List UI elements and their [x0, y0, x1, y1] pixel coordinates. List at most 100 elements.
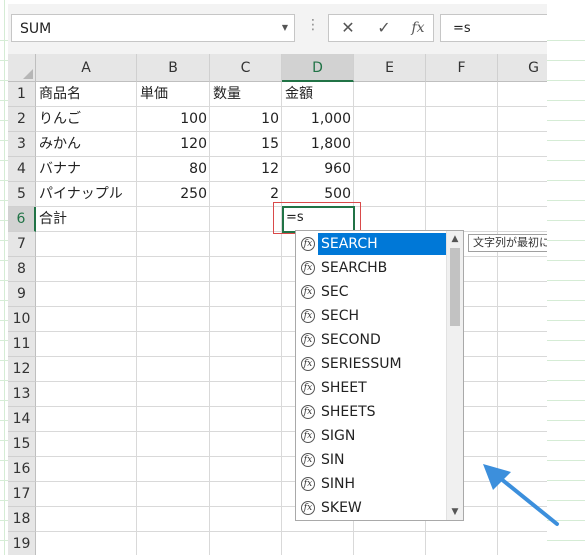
column-header-g[interactable]: G — [498, 54, 547, 82]
autocomplete-scrollbar[interactable]: ▲ ▼ — [446, 231, 463, 520]
name-box[interactable]: SUM ▼ — [11, 14, 295, 42]
select-all-button[interactable] — [8, 54, 36, 82]
autocomplete-item-label: SECOND — [321, 332, 381, 348]
function-icon: fx — [301, 477, 315, 491]
row-header[interactable]: 16 — [8, 457, 36, 482]
function-icon: fx — [301, 429, 315, 443]
scrollbar-thumb[interactable] — [450, 248, 460, 326]
cell-d2[interactable]: 1,000 — [282, 107, 354, 132]
autocomplete-item-label: SINH — [321, 476, 356, 492]
autocomplete-item[interactable]: fx SKEW — [296, 497, 446, 521]
background-margin-line — [4, 0, 5, 555]
autocomplete-item-label: SEARCH — [318, 233, 447, 255]
cell-b2[interactable]: 100 — [137, 107, 210, 132]
insert-function-icon[interactable]: fx — [405, 20, 431, 40]
autocomplete-item[interactable]: fx SIGN — [296, 425, 446, 449]
cell-b3[interactable]: 120 — [137, 132, 210, 157]
function-icon: fx — [301, 501, 315, 515]
autocomplete-item[interactable]: fx SEC — [296, 281, 446, 305]
cell-c1[interactable]: 数量 — [210, 82, 282, 107]
autocomplete-item[interactable]: fx SECOND — [296, 329, 446, 353]
cell-a1[interactable]: 商品名 — [36, 82, 137, 107]
formula-buttons: ✕ ✓ fx — [328, 14, 434, 42]
cell-c2[interactable]: 10 — [210, 107, 282, 132]
autocomplete-item[interactable]: fx SIN — [296, 449, 446, 473]
row-header[interactable]: 10 — [8, 307, 36, 332]
function-icon: fx — [301, 285, 315, 299]
row-header[interactable]: 17 — [8, 482, 36, 507]
row-header[interactable]: 1 — [8, 82, 36, 107]
cell-c4[interactable]: 12 — [210, 157, 282, 182]
cell-b5[interactable]: 250 — [137, 182, 210, 207]
autocomplete-item[interactable]: fx SHEET — [296, 377, 446, 401]
pointer-arrow-icon — [483, 464, 559, 526]
autocomplete-item[interactable]: fx SECH — [296, 305, 446, 329]
row-header[interactable]: 15 — [8, 432, 36, 457]
cell-a3[interactable]: みかん — [36, 132, 137, 157]
function-icon: fx — [301, 453, 315, 467]
autocomplete-item-label: SIGN — [321, 428, 356, 444]
cell-b4[interactable]: 80 — [137, 157, 210, 182]
row-header[interactable]: 19 — [8, 532, 36, 555]
autocomplete-item-label: SERIESSUM — [321, 356, 402, 372]
row-header[interactable]: 5 — [8, 182, 36, 207]
cell-d1[interactable]: 金額 — [282, 82, 354, 107]
cell-b1[interactable]: 単価 — [137, 82, 210, 107]
cell-d3[interactable]: 1,800 — [282, 132, 354, 157]
function-icon: fx — [301, 381, 315, 395]
function-icon: fx — [301, 309, 315, 323]
row-header[interactable]: 2 — [8, 107, 36, 132]
cell-d4[interactable]: 960 — [282, 157, 354, 182]
autocomplete-item-label: SEC — [321, 284, 349, 300]
column-header-d[interactable]: D — [282, 54, 354, 82]
autocomplete-item-label: SHEET — [321, 380, 367, 396]
cell-c3[interactable]: 15 — [210, 132, 282, 157]
column-header-a[interactable]: A — [36, 54, 137, 82]
autocomplete-item-label: SHEETS — [321, 404, 376, 420]
function-icon: fx — [301, 405, 315, 419]
function-icon: fx — [301, 333, 315, 347]
function-icon: fx — [301, 237, 315, 251]
row-header[interactable]: 12 — [8, 357, 36, 382]
cell-c5[interactable]: 2 — [210, 182, 282, 207]
column-header-e[interactable]: E — [354, 54, 426, 82]
excel-window: SUM ▼ ⋮ ✕ ✓ fx =s A B C D E F G 1 2 3 4 … — [8, 4, 547, 555]
row-header[interactable]: 4 — [8, 157, 36, 182]
autocomplete-item[interactable]: fx SEARCH — [296, 233, 447, 257]
cancel-icon[interactable]: ✕ — [335, 18, 361, 38]
chevron-down-icon[interactable]: ▼ — [282, 23, 288, 32]
row-header[interactable]: 13 — [8, 382, 36, 407]
worksheet-grid: A B C D E F G 1 2 3 4 5 6 7 8 9 10 11 12… — [8, 54, 547, 555]
row-header[interactable]: 3 — [8, 132, 36, 157]
cell-a6[interactable]: 合計 — [36, 207, 137, 232]
cell-a5[interactable]: パイナップル — [36, 182, 137, 207]
scroll-up-icon[interactable]: ▲ — [447, 231, 463, 247]
formula-input[interactable]: =s — [440, 14, 547, 42]
autocomplete-list[interactable]: fx SEARCH fx SEARCHB fx SEC fx SECH fx S… — [295, 230, 464, 521]
cell-a4[interactable]: バナナ — [36, 157, 137, 182]
row-header[interactable]: 7 — [8, 232, 36, 257]
autocomplete-item[interactable]: fx SINH — [296, 473, 446, 497]
cell-a2[interactable]: りんご — [36, 107, 137, 132]
scroll-down-icon[interactable]: ▼ — [447, 504, 463, 520]
function-icon: fx — [301, 261, 315, 275]
name-box-value: SUM — [20, 21, 52, 37]
function-icon: fx — [301, 357, 315, 371]
formula-bar: SUM ▼ ⋮ ✕ ✓ fx =s — [8, 4, 547, 55]
row-header[interactable]: 9 — [8, 282, 36, 307]
row-header[interactable]: 8 — [8, 257, 36, 282]
autocomplete-item[interactable]: fx SHEETS — [296, 401, 446, 425]
column-header-c[interactable]: C — [210, 54, 282, 82]
check-icon[interactable]: ✓ — [371, 18, 397, 38]
grip-icon[interactable]: ⋮ — [306, 17, 320, 33]
column-header-f[interactable]: F — [426, 54, 498, 82]
column-header-b[interactable]: B — [137, 54, 210, 82]
row-header[interactable]: 18 — [8, 507, 36, 532]
row-header[interactable]: 6 — [8, 207, 36, 232]
row-header[interactable]: 14 — [8, 407, 36, 432]
row-header[interactable]: 11 — [8, 332, 36, 357]
cell-area[interactable]: 商品名 単価 数量 金額 りんご 100 10 1,000 みかん 120 15… — [36, 82, 547, 555]
autocomplete-item[interactable]: fx SEARCHB — [296, 257, 446, 281]
autocomplete-item-label: SIN — [321, 452, 345, 468]
autocomplete-item[interactable]: fx SERIESSUM — [296, 353, 446, 377]
